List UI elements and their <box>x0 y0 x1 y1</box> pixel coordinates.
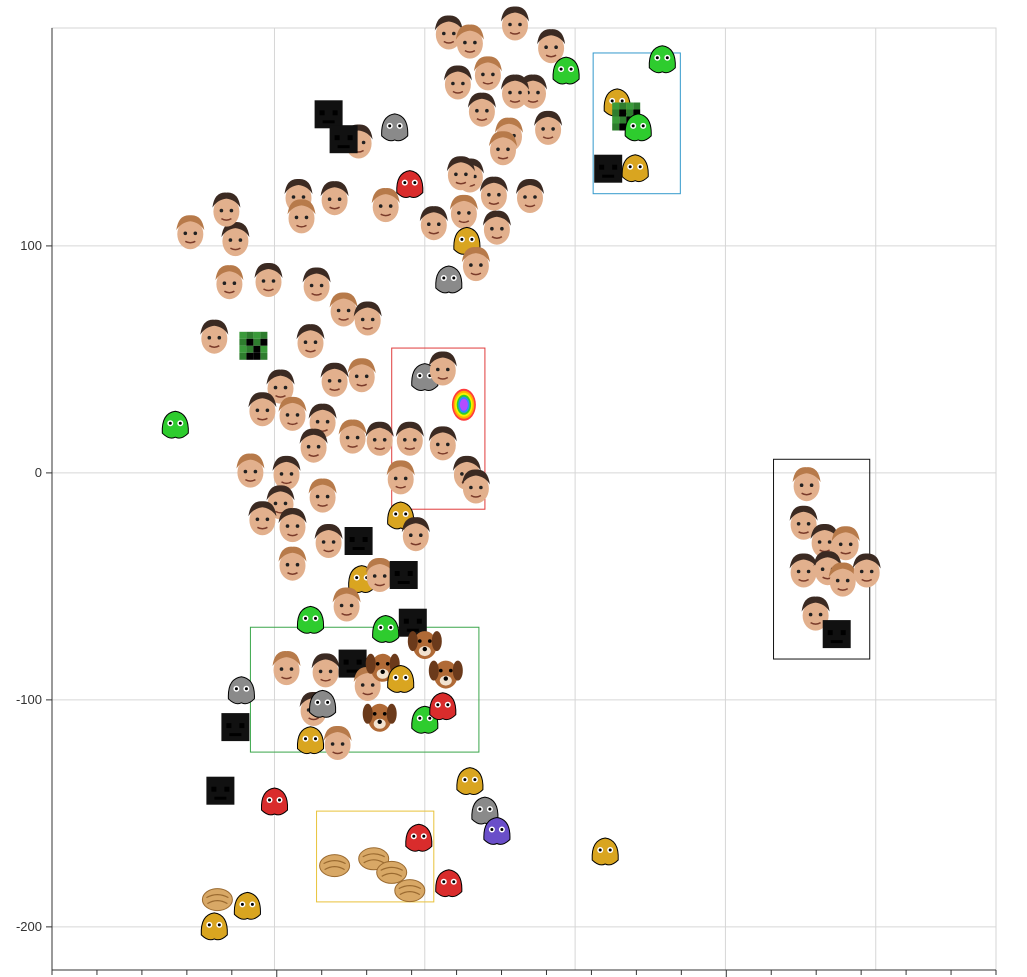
emote-point-face <box>278 546 307 581</box>
emote-point-face <box>212 192 241 227</box>
emote-point-face <box>537 29 566 64</box>
emote-point-face <box>479 176 508 211</box>
emote-point-face <box>248 501 277 536</box>
emote-point-face <box>338 419 367 454</box>
emote-point-face <box>489 131 517 166</box>
emote-point-gold <box>200 912 228 941</box>
emote-point-gray <box>435 265 463 294</box>
emote-point-face <box>236 453 265 488</box>
emote-point-face <box>176 215 205 250</box>
emote-point-red <box>396 170 424 198</box>
emote-point-face <box>278 396 307 431</box>
emote-point-gold <box>296 726 325 755</box>
emote-point-gold <box>591 837 619 866</box>
emote-point-face <box>419 206 448 241</box>
emote-point-face <box>314 523 343 558</box>
emote-point-face <box>501 6 529 41</box>
emote-point-black <box>344 527 373 555</box>
emote-point-dog <box>428 660 463 689</box>
emote-point-green <box>372 614 400 643</box>
emote-point-face <box>449 194 478 229</box>
emote-point-face <box>215 265 244 300</box>
emote-point-red <box>260 787 289 816</box>
emote-point-face <box>443 65 472 100</box>
emote-point-face <box>461 469 490 504</box>
emote-point-black <box>221 713 250 742</box>
emote-point-face <box>428 426 457 461</box>
emote-point-face <box>272 455 301 490</box>
emote-point-black <box>594 154 623 183</box>
emote-point-face <box>353 301 382 336</box>
emote-point-face <box>311 653 340 688</box>
emote-point-face <box>365 421 394 456</box>
emote-point-food <box>376 860 408 884</box>
emote-point-face <box>347 358 376 393</box>
emote-point-red <box>429 692 457 721</box>
grid-layer <box>52 28 996 970</box>
emote-point-face <box>278 508 307 543</box>
emote-point-pixel <box>239 331 268 360</box>
emote-point-face <box>200 319 229 354</box>
emote-point-face <box>221 222 250 257</box>
y-tick-label: 0 <box>35 465 42 480</box>
emote-point-face <box>516 178 544 213</box>
y-tick-label: 100 <box>20 238 42 253</box>
emote-point-black <box>389 561 418 589</box>
emote-point-red <box>435 869 463 898</box>
axis-ticks: 100 0 -100 -200 <box>16 238 997 977</box>
emote-point-rainbow <box>451 388 476 421</box>
emote-point-face <box>473 56 502 91</box>
emote-point-food <box>201 888 233 912</box>
emote-point-dog <box>407 631 442 660</box>
emote-point-black <box>206 776 235 805</box>
emote-point-face <box>299 428 328 463</box>
emote-point-face <box>308 478 337 513</box>
emote-point-gold <box>233 891 261 920</box>
emote-point-face <box>320 362 349 397</box>
emote-point-face <box>467 92 496 127</box>
emote-point-green <box>161 410 189 439</box>
plot-border <box>51 27 997 971</box>
emote-point-green <box>648 45 676 74</box>
emote-point-face <box>371 188 400 223</box>
emote-point-gold <box>621 154 649 183</box>
emote-point-green <box>296 605 325 634</box>
emote-point-face <box>320 181 349 216</box>
emote-point-face <box>248 392 277 427</box>
emote-point-gold <box>456 767 484 795</box>
emote-point-face <box>302 267 331 302</box>
emote-point-face <box>401 517 430 552</box>
emote-point-black <box>329 125 358 154</box>
scatter-plot: 100 0 -100 -200 <box>16 6 997 977</box>
emote-point-face <box>323 725 352 760</box>
emote-point-face <box>534 110 563 145</box>
emote-point-food <box>319 854 351 878</box>
emote-point-face <box>254 262 283 297</box>
emote-point-gray <box>381 113 409 142</box>
emote-point-face <box>455 24 484 59</box>
emote-point-face <box>296 324 325 359</box>
emote-point-face <box>852 553 881 588</box>
emote-point-face <box>461 247 490 282</box>
emote-point-red <box>405 823 433 852</box>
emote-point-face <box>828 562 857 597</box>
emote-point-face <box>332 587 361 622</box>
emote-point-face <box>386 460 415 495</box>
emote-point-black <box>314 100 343 129</box>
emote-point-face <box>329 292 358 327</box>
emote-point-face <box>395 421 424 456</box>
emote-point-face <box>272 651 301 686</box>
cluster-boxes <box>249 52 871 903</box>
emote-point-face <box>482 210 511 245</box>
emote-point-black <box>822 620 851 649</box>
emote-point-face <box>789 553 818 588</box>
y-tick-label: -100 <box>16 692 42 707</box>
axes-frame <box>51 27 997 971</box>
emote-point-dog <box>362 703 397 732</box>
emote-point-face <box>287 199 316 234</box>
emote-point-food <box>394 879 426 903</box>
emote-point-face <box>792 467 821 502</box>
y-tick-label: -200 <box>16 919 42 934</box>
